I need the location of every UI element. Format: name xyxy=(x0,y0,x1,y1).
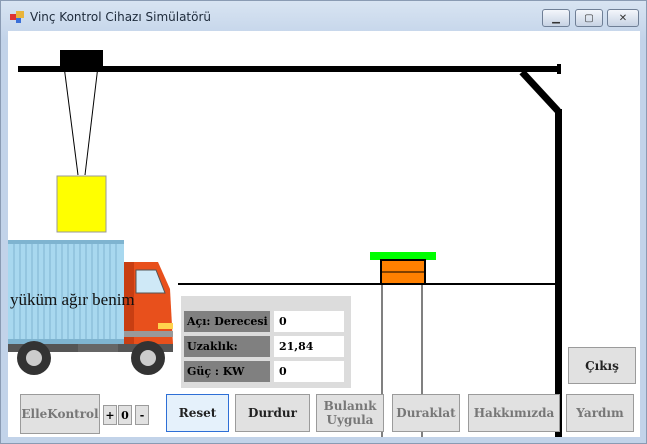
app-icon xyxy=(10,11,24,23)
manual-control-button[interactable]: ElleKontrol xyxy=(20,394,100,434)
crane-load xyxy=(56,175,107,233)
minimize-icon: ▁ xyxy=(552,12,560,24)
power-value: 0 xyxy=(274,361,344,382)
fuzzy-apply-line2: Uygula xyxy=(326,413,374,427)
crane-trolley xyxy=(60,50,103,66)
status-panel: Açı: Derecesi 0 Uzaklık: 21,84 Güç : KW … xyxy=(181,296,351,388)
decrement-button[interactable]: - xyxy=(135,405,149,425)
boom-end xyxy=(557,64,561,74)
target-pad xyxy=(370,252,436,260)
simulation-area: yüküm ağır benim Açı: Derecesi 0 Uzaklık… xyxy=(8,31,640,437)
increment-button[interactable]: + xyxy=(103,405,117,425)
reset-button[interactable]: Reset xyxy=(166,394,229,432)
cable-right xyxy=(84,65,99,176)
close-button[interactable]: ✕ xyxy=(607,9,639,27)
close-icon: ✕ xyxy=(618,12,628,24)
help-button[interactable]: Yardım xyxy=(566,394,634,432)
window-title: Vinç Kontrol Cihazı Simülatörü xyxy=(30,10,212,24)
about-button[interactable]: Hakkımızda xyxy=(468,394,560,432)
distance-value: 21,84 xyxy=(274,336,344,357)
crane-boom xyxy=(18,66,561,72)
fuzzy-apply-line1: Bulanık xyxy=(323,399,377,413)
title-bar: Vinç Kontrol Cihazı Simülatörü ▁ ▢ ✕ xyxy=(1,1,646,31)
fuzzy-apply-button[interactable]: Bulanık Uygula xyxy=(316,394,384,432)
maximize-icon: ▢ xyxy=(584,12,594,24)
angle-label: Açı: Derecesi xyxy=(184,311,270,332)
exit-button[interactable]: Çıkış xyxy=(568,347,636,384)
zero-button[interactable]: 0 xyxy=(118,405,132,425)
angle-value: 0 xyxy=(274,311,344,332)
maximize-button[interactable]: ▢ xyxy=(575,9,603,27)
distance-label: Uzaklık: xyxy=(184,336,270,357)
minimize-button[interactable]: ▁ xyxy=(542,9,570,27)
cable-left xyxy=(63,65,79,176)
truck-label: yüküm ağır benim xyxy=(10,290,135,309)
crane-tower xyxy=(555,109,562,437)
power-label: Güç : KW xyxy=(184,361,270,382)
pause-button[interactable]: Duraklat xyxy=(392,394,460,432)
app-window: Vinç Kontrol Cihazı Simülatörü ▁ ▢ ✕ yük… xyxy=(0,0,647,444)
crane-brace xyxy=(519,69,561,114)
stop-button[interactable]: Durdur xyxy=(235,394,310,432)
